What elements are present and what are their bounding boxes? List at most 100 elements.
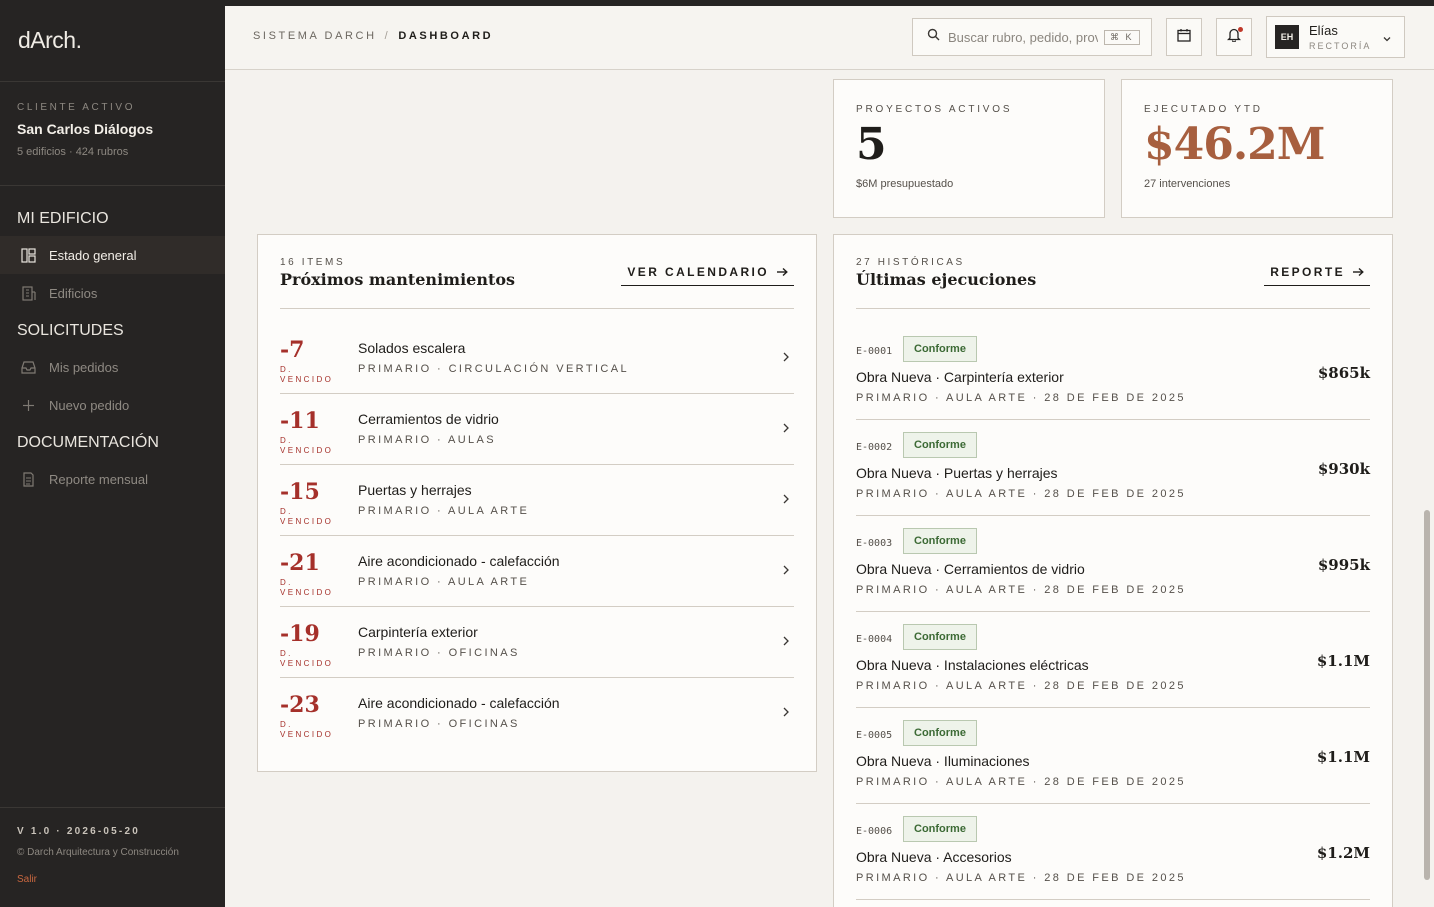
search-input[interactable] [948,29,1098,45]
execution-code: E-0005 [856,730,893,741]
execution-row[interactable]: E-0004 Conforme Obra Nueva · Instalacion… [856,612,1370,708]
user-menu[interactable]: EH Elías RECTORÍA [1266,16,1405,58]
execution-row[interactable]: E-0003 Conforme Obra Nueva · Cerramiento… [856,516,1370,612]
sidebar-item-edificios[interactable]: Edificios [0,274,225,312]
maintenance-name: Puertas y herrajes [358,482,472,498]
nav-section-mi-edificio: MI EDIFICIO [17,210,109,227]
kpi-card-proyectos-activos: PROYECTOS ACTIVOS 5 $6M presupuestado [833,79,1105,218]
report-link[interactable]: REPORTE [1264,265,1370,286]
maintenance-row[interactable]: -7 D. VENCIDO Solados escalera PRIMARIO … [280,323,794,394]
copyright: © Darch Arquitectura y Construcción [17,847,179,858]
status-badge: Conforme [903,432,977,458]
maintenance-category: PRIMARIO · AULA ARTE [358,505,530,517]
maintenance-row[interactable]: -23 D. VENCIDO Aire acondicionado - cale… [280,678,794,749]
execution-code: E-0004 [856,634,893,645]
grid-icon [20,247,36,263]
page-scrollbar[interactable] [1424,510,1430,880]
execution-name: Obra Nueva · Cerramientos de vidrio [856,561,1085,577]
status-badge: Conforme [903,816,977,842]
inbox-icon [20,359,36,375]
overdue-label: D. VENCIDO [280,649,334,668]
calendar-button[interactable] [1166,18,1202,56]
execution-meta: PRIMARIO · AULA ARTE · 28 DE FEB DE 2025 [856,680,1186,692]
days-overdue: -15 [280,479,320,505]
maintenance-name: Cerramientos de vidrio [358,411,499,427]
overdue-label: D. VENCIDO [280,365,334,384]
building-icon [20,285,36,301]
status-badge: Conforme [903,528,977,554]
sidebar-item-estado-general[interactable]: Estado general [0,236,225,274]
maintenance-row[interactable]: -21 D. VENCIDO Aire acondicionado - cale… [280,536,794,607]
overdue-label: D. VENCIDO [280,720,334,739]
execution-meta: PRIMARIO · AULA ARTE · 28 DE FEB DE 2025 [856,584,1186,596]
days-overdue: -23 [280,692,320,718]
execution-name: Obra Nueva · Puertas y herrajes [856,465,1058,481]
sidebar-item-label: Reporte mensual [49,471,148,487]
kpi-label: EJECUTADO YTD [1144,104,1263,115]
avatar: EH [1275,25,1299,49]
breadcrumb: SISTEMA DARCH / DASHBOARD [253,30,493,42]
user-info: Elías RECTORÍA [1309,23,1371,51]
logo-text: dArch. [18,27,82,53]
maintenance-category: PRIMARIO · CIRCULACIÓN VERTICAL [358,363,630,375]
maintenance-row[interactable]: -11 D. VENCIDO Cerramientos de vidrio PR… [280,394,794,465]
execution-amount: $930k [1317,460,1370,478]
overdue-label: D. VENCIDO [280,436,334,455]
breadcrumb-current: DASHBOARD [398,30,494,42]
execution-amount: $1.1M [1316,748,1370,766]
execution-meta: PRIMARIO · AULA ARTE · 28 DE FEB DE 2025 [856,488,1186,500]
breadcrumb-separator: / [384,30,391,42]
arrow-right-icon [1353,267,1364,277]
kpi-value: 5 [856,119,887,170]
execution-meta: PRIMARIO · AULA ARTE · 28 DE FEB DE 2025 [856,392,1186,404]
kpi-card-ejecutado-ytd: EJECUTADO YTD $46.2M 27 intervenciones [1121,79,1393,218]
execution-row[interactable]: E-0002 Conforme Obra Nueva · Puertas y h… [856,420,1370,516]
maintenance-panel: 16 ITEMS Próximos mantenimientos VER CAL… [257,234,817,772]
execution-amount: $865k [1317,364,1370,382]
arrow-right-icon [777,267,788,277]
execution-row[interactable]: E-0001 Conforme Obra Nueva · Carpintería… [856,324,1370,420]
breadcrumb-root[interactable]: SISTEMA DARCH [253,30,377,42]
sidebar-item-nuevo-pedido[interactable]: Nuevo pedido [0,386,225,424]
logout-link[interactable]: Salir [17,874,37,885]
maintenance-category: PRIMARIO · OFICINAS [358,718,520,730]
execution-amount: $1.1M [1316,652,1370,670]
execution-row[interactable]: E-0006 Conforme Obra Nueva · Accesorios … [856,804,1370,900]
execution-row[interactable]: E-0005 Conforme Obra Nueva · Iluminacion… [856,708,1370,804]
maintenance-row[interactable]: -19 D. VENCIDO Carpintería exterior PRIM… [280,607,794,678]
sidebar-item-mis-pedidos[interactable]: Mis pedidos [0,348,225,386]
sidebar: dArch. CLIENTE ACTIVO San Carlos Diálogo… [0,0,225,907]
days-overdue: -7 [280,337,305,363]
nav-section-documentacion: DOCUMENTACIÓN [17,434,159,451]
execution-amount: $995k [1317,556,1370,574]
search-icon [927,28,940,46]
chevron-right-icon [783,352,789,362]
maintenance-header: 16 ITEMS Próximos mantenimientos VER CAL… [280,257,794,309]
execution-meta: PRIMARIO · AULA ARTE · 28 DE FEB DE 2025 [856,872,1186,884]
execution-name: Obra Nueva · Iluminaciones [856,753,1030,769]
maintenance-row[interactable]: -15 D. VENCIDO Puertas y herrajes PRIMAR… [280,465,794,536]
notifications-button[interactable] [1216,18,1252,56]
logo[interactable]: dArch. [0,0,225,82]
view-calendar-link[interactable]: VER CALENDARIO [621,265,794,286]
executions-header: 27 HISTÓRICAS Últimas ejecuciones REPORT… [856,257,1370,309]
execution-code: E-0006 [856,826,893,837]
chevron-right-icon [783,565,789,575]
maintenance-name: Carpintería exterior [358,624,478,640]
maintenance-name: Aire acondicionado - calefacción [358,695,560,711]
days-overdue: -11 [280,408,320,434]
sidebar-item-reporte-mensual[interactable]: Reporte mensual [0,460,225,498]
plus-icon [20,397,36,413]
client-name: San Carlos Diálogos [17,121,154,137]
execution-amount: $1.2M [1316,844,1370,862]
maintenance-category: PRIMARIO · AULA ARTE [358,576,530,588]
execution-name: Obra Nueva · Instalaciones eléctricas [856,657,1089,673]
document-icon [20,471,36,487]
maintenance-name: Solados escalera [358,340,466,356]
search-box[interactable]: ⌘ K [912,18,1152,56]
chevron-down-icon [1382,31,1392,49]
chevron-right-icon [783,423,789,433]
sidebar-item-label: Nuevo pedido [49,397,130,413]
days-overdue: -19 [280,621,320,647]
kpi-subtext: 27 intervenciones [1144,178,1231,190]
